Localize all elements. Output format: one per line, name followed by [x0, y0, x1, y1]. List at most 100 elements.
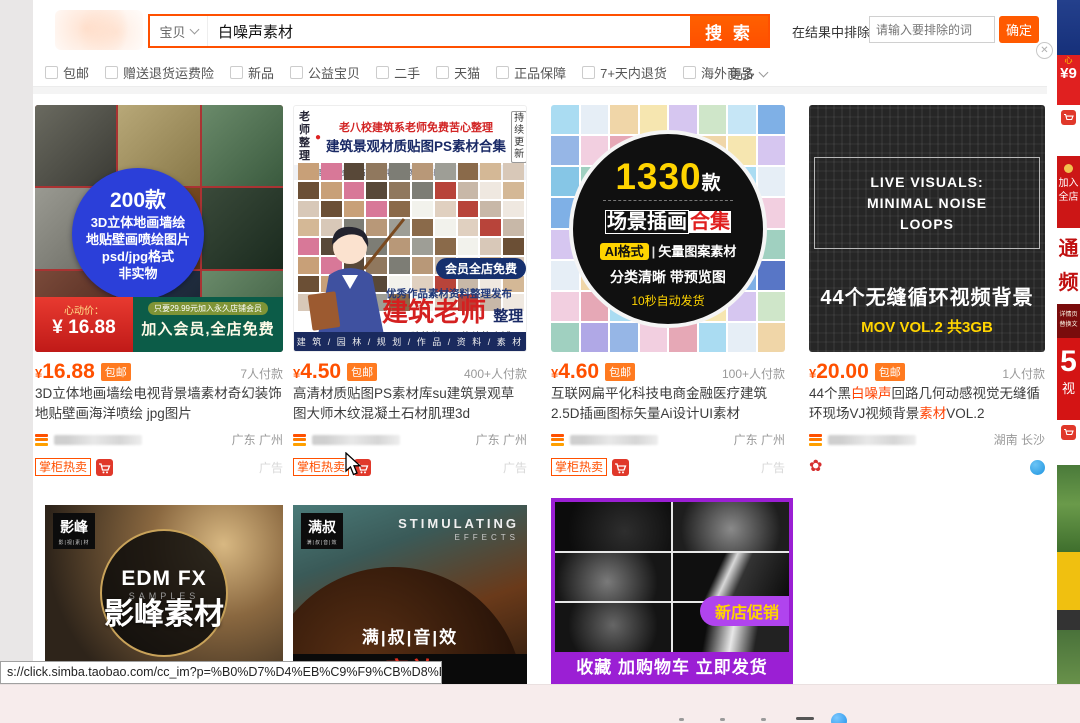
price-row: ¥ 16.88 包邮 7人付款: [35, 360, 283, 384]
product-image[interactable]: 新店促销 收藏 加购物车 立即发货: [551, 498, 793, 684]
promo-circle: 200款 3D立体地画墙绘 地贴壁画喷绘图片 psd/jpg格式 非实物: [72, 168, 204, 300]
rail-gap: [1057, 444, 1080, 465]
filter-authentic[interactable]: 正品保障: [496, 63, 566, 82]
filter-free-shipping[interactable]: 包邮: [45, 63, 89, 82]
product-image[interactable]: LIVE VISUALS: MINIMAL NOISE LOOPS 44个无缝循…: [809, 105, 1045, 352]
product-image[interactable]: 影峰影|视|素|材 EDM FX SAMPLES 影峰素材: [45, 505, 283, 684]
rail-ad-title[interactable]: 通频: [1057, 228, 1080, 304]
cover-center-text: 满|叔|音|效: [293, 623, 527, 648]
search-box: 宝贝 搜 索: [148, 14, 770, 48]
more-filters-link[interactable]: 更多: [729, 64, 767, 83]
seller-credit-icon: [809, 434, 822, 446]
seller-name-blurred[interactable]: [54, 435, 142, 445]
checkbox-icon[interactable]: [290, 66, 303, 79]
checkbox-icon[interactable]: [436, 66, 449, 79]
rail-ad-small-text: 详情页替换文: [1057, 304, 1080, 338]
cover-footer-text: 收藏 加购物车 立即发货: [551, 653, 793, 684]
close-icon[interactable]: ✕: [1036, 42, 1053, 59]
checkbox-icon[interactable]: [230, 66, 243, 79]
ad-label: 广告: [503, 459, 527, 476]
free-shipping-badge: 包邮: [875, 363, 905, 381]
product-title[interactable]: 44个黑白噪声回路几何动感视觉无缝循环现场VJ视频背景素材VOL.2: [809, 386, 1040, 421]
checkbox-icon[interactable]: [45, 66, 58, 79]
product-title[interactable]: 高清材质贴图PS素材库su建筑景观草图大师木纹混凝土石材肌理3d: [293, 386, 514, 421]
flower-medal-icon: ✿: [809, 459, 822, 475]
price: 4.60: [558, 360, 599, 384]
search-category-dropdown[interactable]: 宝贝: [150, 16, 208, 46]
product-card: 200款 3D立体地画墙绘 地贴壁画喷绘图片 psd/jpg格式 非实物 心动价…: [35, 105, 283, 476]
free-shipping-badge: 包邮: [347, 363, 377, 381]
vip-badge: 会员全店免费: [436, 258, 526, 279]
cover-title: STIMULATINGEFFECTS: [398, 515, 519, 542]
taobao-cart-icon: [96, 459, 113, 476]
price: 20.00: [816, 360, 869, 384]
filter-return-insurance[interactable]: 赠送退货运费险: [105, 63, 214, 82]
filter-new[interactable]: 新品: [230, 63, 274, 82]
price: 16.88: [42, 360, 95, 384]
paid-count: 1人付款: [1002, 365, 1045, 382]
filter-charity[interactable]: 公益宝贝: [290, 63, 360, 82]
rail-ad-join[interactable]: 加入全店: [1057, 156, 1080, 228]
search-button[interactable]: 搜 索: [690, 16, 768, 46]
paid-count: 7人付款: [240, 365, 283, 382]
location: 广东 广州: [232, 431, 283, 448]
product-image[interactable]: 200款 3D立体地画墙绘 地贴壁画喷绘图片 psd/jpg格式 非实物 心动价…: [35, 105, 283, 352]
rail-ad-number[interactable]: 5视: [1057, 338, 1080, 420]
filter-tmall[interactable]: 天猫: [436, 63, 480, 82]
notification-bubble: [831, 713, 847, 723]
price-row: ¥ 4.50 包邮 400+人付款: [293, 360, 527, 384]
product-card: 老师整理 ● 老八校建筑系老师免费苦心整理 建筑景观材质贴图PS素材合集 持续更…: [293, 105, 527, 476]
product-title[interactable]: 3D立体地画墙绘电视背景墙素材奇幻装饰地贴壁画海洋喷绘 jpg图片: [35, 386, 282, 421]
mouse-cursor: [345, 452, 363, 478]
badge-row: 掌柜热卖 广告: [35, 458, 283, 476]
free-shipping-badge: 包邮: [101, 363, 131, 381]
badge-row: 掌柜热卖 广告: [293, 458, 527, 476]
filter-secondhand[interactable]: 二手: [376, 63, 420, 82]
blue-service-icon[interactable]: [1030, 460, 1045, 475]
currency: ¥: [35, 366, 42, 381]
seller-name-blurred[interactable]: [828, 435, 916, 445]
seller-row: 广东 广州: [293, 431, 527, 448]
checkbox-icon[interactable]: [105, 66, 118, 79]
exclude-confirm-button[interactable]: 确定: [999, 16, 1039, 43]
seller-name-blurred[interactable]: [312, 435, 400, 445]
chevron-down-icon: [189, 25, 199, 35]
search-input[interactable]: [208, 16, 690, 46]
promo-band: 心动价：¥ 16.88 只要29.99元加入永久店铺会员加入会员,全店免费: [35, 297, 283, 352]
checkbox-icon[interactable]: [683, 66, 696, 79]
product-title[interactable]: 互联网扁平化科技电商金融医疗建筑2.5D插画图标矢量Ai设计UI素材: [551, 386, 767, 421]
badge-row: ✿: [809, 458, 1045, 476]
search-category-label: 宝贝: [159, 22, 185, 41]
product-image[interactable]: 老师整理 ● 老八校建筑系老师免费苦心整理 建筑景观材质贴图PS素材合集 持续更…: [293, 105, 527, 352]
price: 4.50: [300, 360, 341, 384]
bullet-icon: ●: [315, 132, 321, 143]
filter-7day-return[interactable]: 7+天内退货: [582, 63, 667, 82]
store-logo: 影峰影|视|素|材: [53, 513, 95, 549]
seller-row: 湖南 长沙: [809, 431, 1045, 448]
product-image[interactable]: 满叔满|叔|音|效 STIMULATINGEFFECTS 满|叔|音|效 音效: [293, 505, 527, 684]
product-image[interactable]: 1330款 场景插画合集 AI格式|矢量图案素材 分类清晰 带预览图 10秒自动…: [551, 105, 785, 352]
rail-taobao-icon: [1057, 420, 1080, 444]
checkbox-icon[interactable]: [496, 66, 509, 79]
rail-taobao-icon: [1057, 105, 1080, 129]
currency: ¥: [551, 366, 558, 381]
location: 广东 广州: [476, 431, 527, 448]
seller-row: 广东 广州: [35, 431, 283, 448]
hot-sale-badge: 掌柜热卖: [293, 458, 349, 476]
checkbox-icon[interactable]: [376, 66, 389, 79]
exclude-input[interactable]: [869, 16, 995, 43]
chevron-down-icon: [759, 67, 769, 77]
rail-ad-price[interactable]: 心¥9: [1057, 55, 1080, 105]
product-card: 1330款 场景插画合集 AI格式|矢量图案素材 分类清晰 带预览图 10秒自动…: [551, 105, 785, 476]
hot-sale-badge: 掌柜热卖: [35, 458, 91, 476]
taobao-logo[interactable]: [55, 10, 143, 50]
rail-gap: [1057, 129, 1080, 156]
checkbox-icon[interactable]: [582, 66, 595, 79]
rail-ad-image[interactable]: [1057, 0, 1080, 55]
rail-ad-plants[interactable]: [1057, 465, 1080, 684]
currency: ¥: [293, 366, 300, 381]
location: 广东 广州: [734, 431, 785, 448]
seller-name-blurred[interactable]: [570, 435, 658, 445]
cover-overlay-text: 影峰素材: [45, 589, 283, 633]
taskbar: [0, 684, 1080, 723]
